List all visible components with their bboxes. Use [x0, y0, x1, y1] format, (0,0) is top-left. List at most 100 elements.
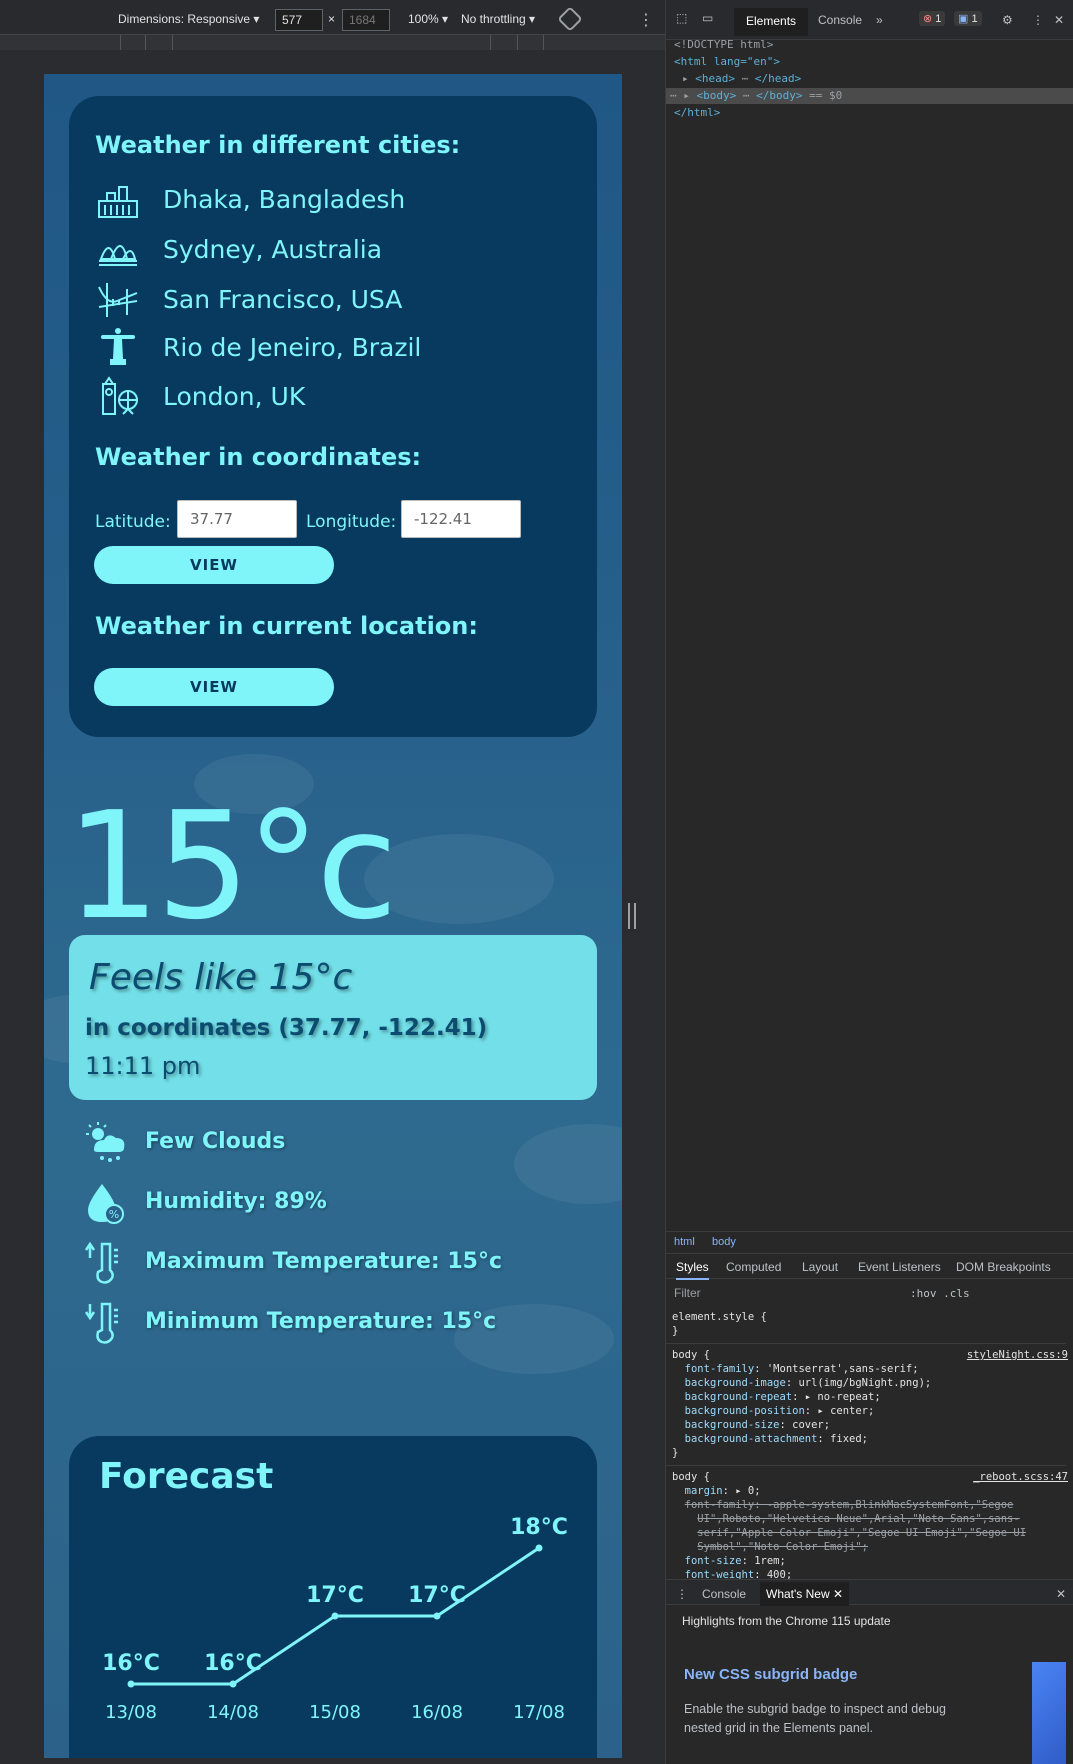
tab-layout[interactable]: Layout	[802, 1260, 838, 1274]
whats-new-headline[interactable]: New CSS subgrid badge	[684, 1666, 857, 1683]
dom-html[interactable]: <html lang="en">	[674, 55, 780, 68]
tab-styles[interactable]: Styles	[676, 1260, 709, 1280]
css-rule-body-reboot: body {_reboot.scss:47 margin: ▸ 0; font-…	[672, 1470, 1068, 1581]
weather-page: Weather in different cities: Dhaka, Bang…	[44, 74, 622, 1758]
drawer-tab-whats-new[interactable]: What's New ✕	[760, 1582, 850, 1606]
big-ben-icon	[102, 376, 138, 415]
thermometer-up-icon	[84, 1241, 118, 1284]
christ-redeemer-icon	[101, 328, 135, 365]
forecast-date-label: 15/08	[309, 1702, 361, 1723]
view-coords-button[interactable]: VIEW	[94, 546, 334, 584]
stat-label: Minimum Temperature: 15°c	[145, 1309, 497, 1334]
stat-condition: Few Clouds	[84, 1120, 584, 1166]
breadcrumb-html[interactable]: html	[674, 1236, 695, 1248]
city-san-francisco[interactable]: San Francisco, USA	[97, 279, 557, 319]
close-drawer-icon[interactable]: ✕	[1056, 1587, 1066, 1601]
whats-new-body: Enable the subgrid badge to inspect and …	[684, 1702, 947, 1735]
error-badge[interactable]: ⊗ 1	[919, 11, 946, 26]
dom-doctype[interactable]: <!DOCTYPE html>	[674, 38, 773, 51]
city-label: San Francisco, USA	[163, 285, 403, 314]
city-rio[interactable]: Rio de Jeneiro, Brazil	[97, 327, 557, 367]
forecast-point	[127, 1680, 135, 1688]
cities-title: Weather in different cities:	[95, 131, 461, 159]
city-dhaka[interactable]: Dhaka, Bangladesh	[97, 179, 557, 219]
stat-label: Humidity: 89%	[145, 1189, 327, 1214]
view-current-button[interactable]: VIEW	[94, 668, 334, 706]
tab-console[interactable]: Console	[818, 13, 862, 27]
devtools-more-icon[interactable]: ⋮	[1032, 13, 1044, 27]
settings-gear-icon[interactable]: ⚙	[1002, 13, 1013, 27]
more-tabs-icon[interactable]: »	[876, 13, 883, 27]
forecast-point	[535, 1544, 543, 1552]
tab-dom-breakpoints[interactable]: DOM Breakpoints	[956, 1260, 1051, 1274]
tab-event-listeners[interactable]: Event Listeners	[858, 1260, 941, 1274]
drawer-tabbar: ⋮ Console What's New ✕ ✕	[666, 1579, 1073, 1606]
coords-title: Weather in coordinates:	[95, 443, 422, 471]
city-sydney[interactable]: Sydney, Australia	[97, 229, 557, 269]
throttle-dropdown[interactable]: No throttling ▾	[461, 12, 535, 26]
opera-house-icon	[99, 245, 137, 266]
thermometer-down-icon	[84, 1302, 118, 1344]
css-rule-body-night: body {styleNight.css:9 font-family: 'Mon…	[672, 1348, 1068, 1459]
svg-text:%: %	[109, 1208, 119, 1221]
css-element-style: element.style {}	[672, 1311, 767, 1337]
styles-tabbar: Styles Computed Layout Event Listeners D…	[666, 1253, 1073, 1280]
city-label: Sydney, Australia	[163, 235, 383, 264]
longitude-label: Longitude:	[306, 512, 397, 532]
close-devtools-icon[interactable]: ✕	[1054, 13, 1064, 27]
width-input[interactable]: 577	[275, 9, 323, 31]
coords-text: in coordinates (37.77, -122.41)	[85, 1015, 488, 1041]
stat-max-temp: Maximum Temperature: 15°c	[84, 1240, 584, 1286]
location-card: Weather in different cities: Dhaka, Bang…	[69, 96, 597, 737]
whats-new-illustration	[1032, 1662, 1066, 1764]
feels-like: Feels like 15°c	[89, 957, 353, 998]
forecast-data-label: 18°C	[510, 1515, 568, 1540]
local-time: 11:11 pm	[85, 1052, 201, 1080]
city-london[interactable]: London, UK	[97, 376, 557, 416]
inspect-icon[interactable]: ⬚	[676, 11, 687, 25]
latitude-input[interactable]: 37.77	[177, 500, 297, 538]
cloud-sun-icon	[86, 1122, 125, 1162]
current-location-title: Weather in current location:	[95, 612, 478, 640]
devtools-tabbar: ⬚ ▭ Elements Console » ⊗ 1 ▣ 1 ⚙ ⋮ ✕	[666, 0, 1073, 40]
dimension-times: ×	[328, 12, 336, 26]
city-label: London, UK	[163, 382, 306, 411]
filter-toggles[interactable]: :hov .cls	[910, 1287, 970, 1300]
forecast-point	[331, 1612, 339, 1620]
forecast-point	[433, 1612, 441, 1620]
dom-head[interactable]: ▸ <head> ⋯ </head>	[682, 72, 801, 85]
forecast-card: Forecast 16°C13/08Clouds16°C14/08Clouds1…	[69, 1436, 597, 1758]
dimensions-dropdown[interactable]: Dimensions: Responsive ▾	[118, 12, 259, 26]
breadcrumb: html body	[666, 1231, 1073, 1253]
tab-elements[interactable]: Elements	[734, 8, 809, 36]
drawer-menu-icon[interactable]: ⋮	[676, 1587, 688, 1601]
css-source-link[interactable]: styleNight.css:9	[967, 1348, 1068, 1362]
golden-gate-icon	[98, 283, 138, 317]
drawer-tab-console[interactable]: Console	[702, 1587, 746, 1601]
latitude-label: Latitude:	[95, 512, 171, 532]
zoom-dropdown[interactable]: 100% ▾	[408, 12, 448, 26]
styles-filter-input[interactable]: Filter	[674, 1286, 701, 1300]
longitude-input[interactable]: -122.41	[401, 500, 521, 538]
forecast-data-label: 16°C	[102, 1651, 160, 1676]
dhaka-building-icon	[98, 186, 138, 218]
media-query-ruler[interactable]	[0, 34, 665, 51]
stat-min-temp: Minimum Temperature: 15°c	[84, 1300, 584, 1346]
devtools-panel: ⬚ ▭ Elements Console » ⊗ 1 ▣ 1 ⚙ ⋮ ✕ <!D…	[665, 0, 1073, 1764]
dom-body[interactable]: ⋯ ▸ <body> ⋯ </body> == $0	[670, 89, 842, 102]
stat-label: Few Clouds	[145, 1129, 286, 1154]
device-toggle-icon[interactable]: ▭	[702, 11, 713, 25]
more-options-icon[interactable]: ⋮	[638, 10, 654, 29]
forecast-chart: 16°C13/08Clouds16°C14/08Clouds17°C15/08C…	[102, 1515, 568, 1723]
rotate-icon[interactable]	[557, 6, 583, 32]
css-source-link[interactable]: _reboot.scss:47	[973, 1470, 1068, 1484]
breadcrumb-body[interactable]: body	[712, 1236, 736, 1248]
humidity-drop-icon: %	[88, 1184, 124, 1224]
dom-html-close[interactable]: </html>	[674, 106, 720, 119]
tab-computed[interactable]: Computed	[726, 1260, 781, 1274]
forecast-date-label: 14/08	[207, 1702, 259, 1723]
height-input[interactable]: 1684	[342, 9, 390, 31]
resize-handle[interactable]	[628, 903, 636, 929]
feels-card: Feels like 15°c in coordinates (37.77, -…	[69, 935, 597, 1100]
message-badge[interactable]: ▣ 1	[954, 11, 982, 26]
